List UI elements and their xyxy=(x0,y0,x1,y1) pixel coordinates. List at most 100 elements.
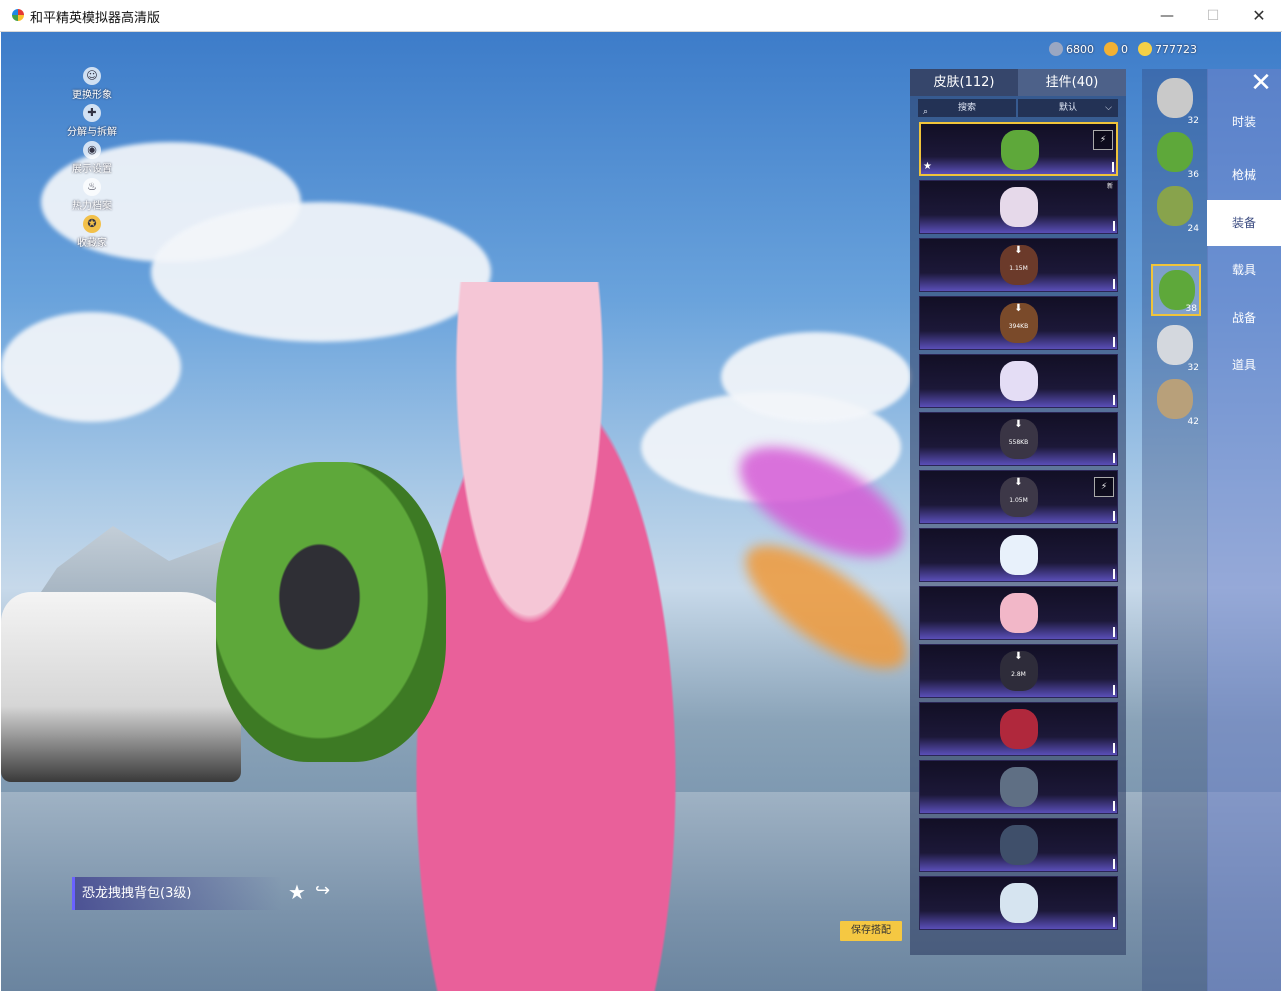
equipment-count: 32 xyxy=(1187,363,1199,373)
download-icon: ⬇ xyxy=(1014,651,1023,662)
gold-coin-icon xyxy=(1138,42,1152,56)
currency-value: 6800 xyxy=(1066,42,1094,56)
level-bar xyxy=(1113,685,1115,695)
category-outfit[interactable]: 时装 xyxy=(1207,99,1281,145)
close-icon[interactable]: ✕ xyxy=(1248,70,1274,96)
collector-button[interactable]: ✪ 收藏家 xyxy=(59,215,125,252)
download-icon: ⬇ xyxy=(1014,245,1023,256)
search-input[interactable]: ⌕ 搜索 xyxy=(918,99,1016,117)
level-bar xyxy=(1113,511,1115,521)
app-logo-icon xyxy=(12,9,24,21)
silver-coin-icon xyxy=(1049,42,1063,56)
cloud-shape xyxy=(1,312,181,422)
level-bar xyxy=(1113,279,1115,289)
download-icon: ⬇ xyxy=(1014,477,1023,488)
skin-slot[interactable]: ⬇ 394KB xyxy=(919,296,1118,350)
backpack-thumbnail xyxy=(1000,593,1038,633)
close-window-button[interactable]: ✕ xyxy=(1236,0,1282,31)
upgrade-badge-icon[interactable]: ⚡ xyxy=(1094,477,1114,497)
left-menu-label: 展示设置 xyxy=(72,164,112,175)
equipment-slot[interactable]: 36 xyxy=(1151,128,1201,180)
maximize-button[interactable]: ☐ xyxy=(1190,0,1236,31)
equipment-count: 38 xyxy=(1185,304,1197,314)
skin-panel: 皮肤(112) 挂件(40) ⌕ 搜索 默认 ⌵ ⚡ ★ 新 ⬇ 1.15M ⬇ 394KB… xyxy=(910,69,1126,955)
left-menu-label: 更换形象 xyxy=(72,90,112,101)
skin-slot[interactable]: ⬇ 1.05M ⚡ xyxy=(919,470,1118,524)
selected-item-name: 恐龙拽拽背包(3级) xyxy=(72,877,282,910)
download-size: 2.8M xyxy=(1011,671,1026,678)
sort-dropdown[interactable]: 默认 ⌵ xyxy=(1018,99,1118,117)
chevron-down-icon: ⌵ xyxy=(1105,103,1112,113)
skin-slot[interactable] xyxy=(919,586,1118,640)
category-items[interactable]: 道具 xyxy=(1207,342,1281,388)
skin-slot[interactable]: ⬇ 2.8M xyxy=(919,644,1118,698)
person-icon: ☺ xyxy=(83,67,101,85)
skin-slot[interactable]: 新 xyxy=(919,180,1118,234)
backpack-icon xyxy=(1157,78,1193,118)
category-equipment[interactable]: 装备 xyxy=(1207,200,1281,246)
equipment-count: 36 xyxy=(1187,170,1199,180)
left-menu-label: 热力档案 xyxy=(72,201,112,212)
skin-slot[interactable] xyxy=(919,760,1118,814)
backpack-thumbnail xyxy=(1000,825,1038,865)
equipment-slot[interactable]: 38 xyxy=(1151,264,1201,316)
heat-archive-button[interactable]: ♨ 热力档案 xyxy=(59,178,125,215)
currency-badge: 0 xyxy=(1104,40,1128,58)
search-placeholder: 搜索 xyxy=(957,103,976,113)
download-size: 1.05M xyxy=(1009,497,1028,504)
level-bar xyxy=(1113,337,1115,347)
level-bar xyxy=(1113,859,1115,869)
category-vehicles[interactable]: 载具 xyxy=(1207,247,1281,293)
equipment-slot[interactable]: 32 xyxy=(1151,74,1201,126)
currency-silver: 6800 xyxy=(1049,40,1094,58)
level-bar xyxy=(1113,395,1115,405)
car-model xyxy=(1,592,241,782)
level-bar xyxy=(1113,627,1115,637)
backpack-thumbnail xyxy=(1000,187,1038,227)
left-menu-label: 分解与拆解 xyxy=(67,127,117,138)
tab-skins[interactable]: 皮肤(112) xyxy=(910,69,1018,96)
new-tag: 新 xyxy=(1106,183,1113,190)
equipment-count: 24 xyxy=(1187,224,1199,234)
skin-slot[interactable] xyxy=(919,818,1118,872)
category-combat-prep[interactable]: 战备 xyxy=(1207,295,1281,341)
skin-slot[interactable] xyxy=(919,702,1118,756)
backpack-thumbnail xyxy=(1000,535,1038,575)
minimize-button[interactable]: — xyxy=(1144,0,1190,31)
equipment-slot[interactable]: 32 xyxy=(1151,321,1201,373)
currency-value: 0 xyxy=(1121,42,1128,56)
share-icon[interactable]: ↪ xyxy=(315,880,330,901)
skin-slot[interactable]: ⬇ 558KB xyxy=(919,412,1118,466)
dismantle-button[interactable]: ✚ 分解与拆解 xyxy=(59,104,125,141)
upgrade-badge-icon[interactable]: ⚡ xyxy=(1093,130,1113,150)
skin-list[interactable]: ⚡ ★ 新 ⬇ 1.15M ⬇ 394KB ⬇ 558KB ⬇ 1.05M ⚡ ⬇ 2.8M xyxy=(919,122,1118,934)
tab-charms[interactable]: 挂件(40) xyxy=(1018,69,1126,96)
level-bar xyxy=(1113,221,1115,231)
category-nav: 时装 枪械 装备 载具 战备 道具 xyxy=(1207,69,1281,991)
download-size: 558KB xyxy=(1008,439,1029,446)
backpack-thumbnail xyxy=(1000,361,1038,401)
favorite-star-icon[interactable]: ★ xyxy=(288,880,306,904)
change-appearance-button[interactable]: ☺ 更换形象 xyxy=(59,67,125,104)
level-bar xyxy=(1112,162,1114,172)
skin-slot[interactable] xyxy=(919,876,1118,930)
skin-slot[interactable] xyxy=(919,528,1118,582)
download-size: 1.15M xyxy=(1009,265,1028,272)
equipment-slot[interactable]: 42 xyxy=(1151,375,1201,427)
left-menu: ☺ 更换形象 ✚ 分解与拆解 ◉ 展示设置 ♨ 热力档案 ✪ 收藏家 xyxy=(59,67,125,252)
currency-value: 777723 xyxy=(1155,42,1197,56)
backpack-thumbnail xyxy=(1000,767,1038,807)
category-weapons[interactable]: 枪械 xyxy=(1207,152,1281,198)
skin-slot[interactable]: ⬇ 1.15M xyxy=(919,238,1118,292)
download-icon: ⬇ xyxy=(1014,419,1023,430)
display-settings-button[interactable]: ◉ 展示设置 xyxy=(59,141,125,178)
save-outfit-button[interactable]: 保存搭配 xyxy=(840,921,902,941)
level-bar xyxy=(1113,569,1115,579)
dinosaur-backpack-preview[interactable] xyxy=(216,462,446,762)
skin-slot[interactable]: ⚡ ★ xyxy=(919,122,1118,176)
level-bar xyxy=(1113,801,1115,811)
equipment-slot-column: 32 36 24 38 32 42 xyxy=(1142,69,1208,991)
equipment-count: 42 xyxy=(1187,417,1199,427)
skin-slot[interactable] xyxy=(919,354,1118,408)
equipment-slot[interactable]: 24 xyxy=(1151,182,1201,234)
